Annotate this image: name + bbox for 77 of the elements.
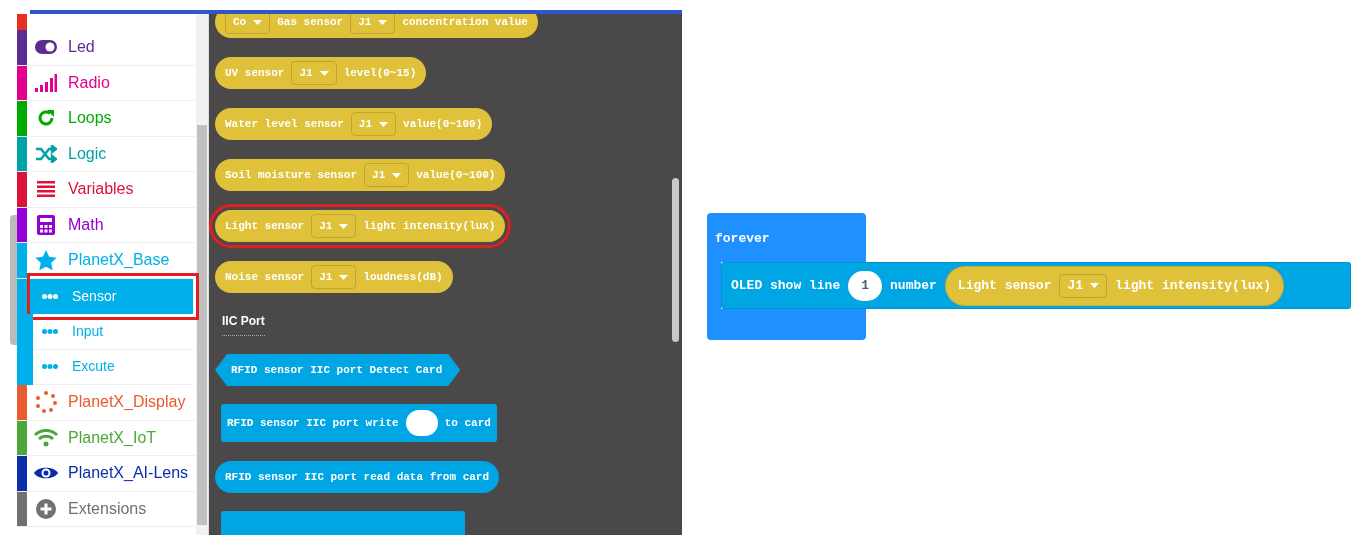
block-text: Light sensor	[957, 276, 1052, 295]
block-text: to card	[444, 415, 491, 431]
block-text: RFID sensor IIC port Detect Card	[231, 362, 443, 378]
text-input-field[interactable]	[405, 410, 438, 436]
condition-block[interactable]: RFID sensor IIC port Detect Card	[215, 354, 461, 386]
category-item[interactable]: PlanetX_AI-Lens	[17, 456, 195, 492]
scrollbar[interactable]	[196, 14, 208, 535]
category-item[interactable]: Logic	[17, 136, 195, 172]
dropdown-field[interactable]: J1	[311, 265, 357, 289]
dropdown-field[interactable]: J1	[1059, 273, 1108, 298]
category-item[interactable]: Radio	[17, 65, 195, 101]
toggle-icon	[35, 40, 57, 55]
scrollbar[interactable]	[672, 178, 679, 342]
calculator-icon	[37, 214, 55, 235]
wifi-icon	[33, 427, 59, 448]
dots-icon	[42, 364, 58, 370]
dotted-circle-icon	[35, 391, 57, 414]
block-text: value(0~100)	[416, 167, 496, 183]
caret-icon	[253, 19, 263, 25]
caret-icon	[378, 19, 388, 25]
subcategory-item[interactable]: Input	[33, 314, 193, 350]
caret-icon	[339, 223, 349, 229]
loop-block[interactable]: forever	[707, 213, 866, 262]
dropdown-field[interactable]: J1	[291, 61, 337, 85]
block-text: concentration value	[402, 14, 528, 30]
block-text: Light sensor	[225, 218, 305, 234]
block-text: level(0~15)	[343, 65, 417, 81]
block-text: value(0~100)	[403, 116, 483, 132]
block-text: RFID sensor IIC port read data from card	[225, 469, 490, 485]
sensor-block[interactable]: Water level sensor J1 value(0~100)	[215, 108, 493, 140]
sensor-block[interactable]: Noise sensor J1 loudness(dB)	[215, 261, 453, 293]
sensor-block[interactable]: Light sensor J1 light intensity(lux)	[944, 265, 1285, 306]
block-text: Gas sensor	[277, 14, 344, 30]
signal-bars-icon	[35, 73, 57, 92]
block-text: loudness(dB)	[363, 269, 443, 285]
dropdown-field[interactable]: Co	[225, 14, 271, 34]
dropdown-field[interactable]: J1	[350, 112, 397, 136]
caret-icon	[379, 121, 389, 127]
category-item[interactable]: Variables	[17, 172, 195, 208]
block-text: Noise sensor	[225, 269, 305, 285]
dots-icon	[42, 328, 58, 334]
dots-icon	[42, 293, 58, 299]
statement-block[interactable]: RFID sensor IIC port write to card	[221, 404, 497, 442]
block-text: RFID sensor IIC port write	[227, 415, 399, 431]
category-item[interactable]: Loops	[17, 101, 195, 137]
section-heading: IIC Port	[222, 312, 265, 336]
dropdown-field[interactable]: J1	[311, 214, 357, 238]
block-text: light intensity(lux)	[363, 218, 496, 234]
list-lines-icon	[37, 180, 55, 199]
statement-block[interactable]: OLED show line 1 number Light sensor J1 light intensity(lux)	[721, 262, 1351, 309]
category-item[interactable]: Extensions	[17, 491, 195, 527]
sensor-block[interactable]: Co Gas sensor J1 concentration value	[215, 14, 538, 38]
block-text: OLED show line	[731, 276, 841, 295]
category-item[interactable]: Led	[17, 30, 195, 66]
shuffle-icon	[35, 144, 57, 163]
category-item[interactable]: PlanetX_IoT	[17, 420, 195, 456]
caret-icon	[339, 274, 349, 280]
category-item[interactable]: PlanetX_Display	[17, 385, 195, 421]
caret-icon	[319, 70, 329, 76]
block-text: light intensity(lux)	[1115, 276, 1272, 295]
caret-icon	[1090, 283, 1100, 288]
dropdown-field[interactable]: J1	[364, 163, 410, 187]
block-text: Water level sensor	[225, 116, 344, 132]
caret-icon	[392, 172, 402, 178]
block-label: forever	[715, 230, 770, 248]
dropdown-field[interactable]: J1	[350, 14, 396, 34]
category-item[interactable]: PlanetX_Base	[17, 243, 195, 279]
sensor-block[interactable]: RFID sensor IIC port read data from card	[215, 461, 500, 493]
block-text: UV sensor	[225, 65, 285, 81]
number-input-field[interactable]: 1	[848, 270, 883, 301]
block-text: number	[890, 276, 937, 295]
sensor-block[interactable]: Soil moisture sensor J1 value(0~100)	[215, 159, 506, 191]
category-item[interactable]: Math	[17, 207, 195, 243]
star-icon	[35, 249, 57, 271]
block-text: Soil moisture sensor	[225, 167, 358, 183]
sensor-block[interactable]: UV sensor J1 level(0~15)	[215, 57, 427, 89]
plus-circle-icon	[36, 498, 56, 519]
